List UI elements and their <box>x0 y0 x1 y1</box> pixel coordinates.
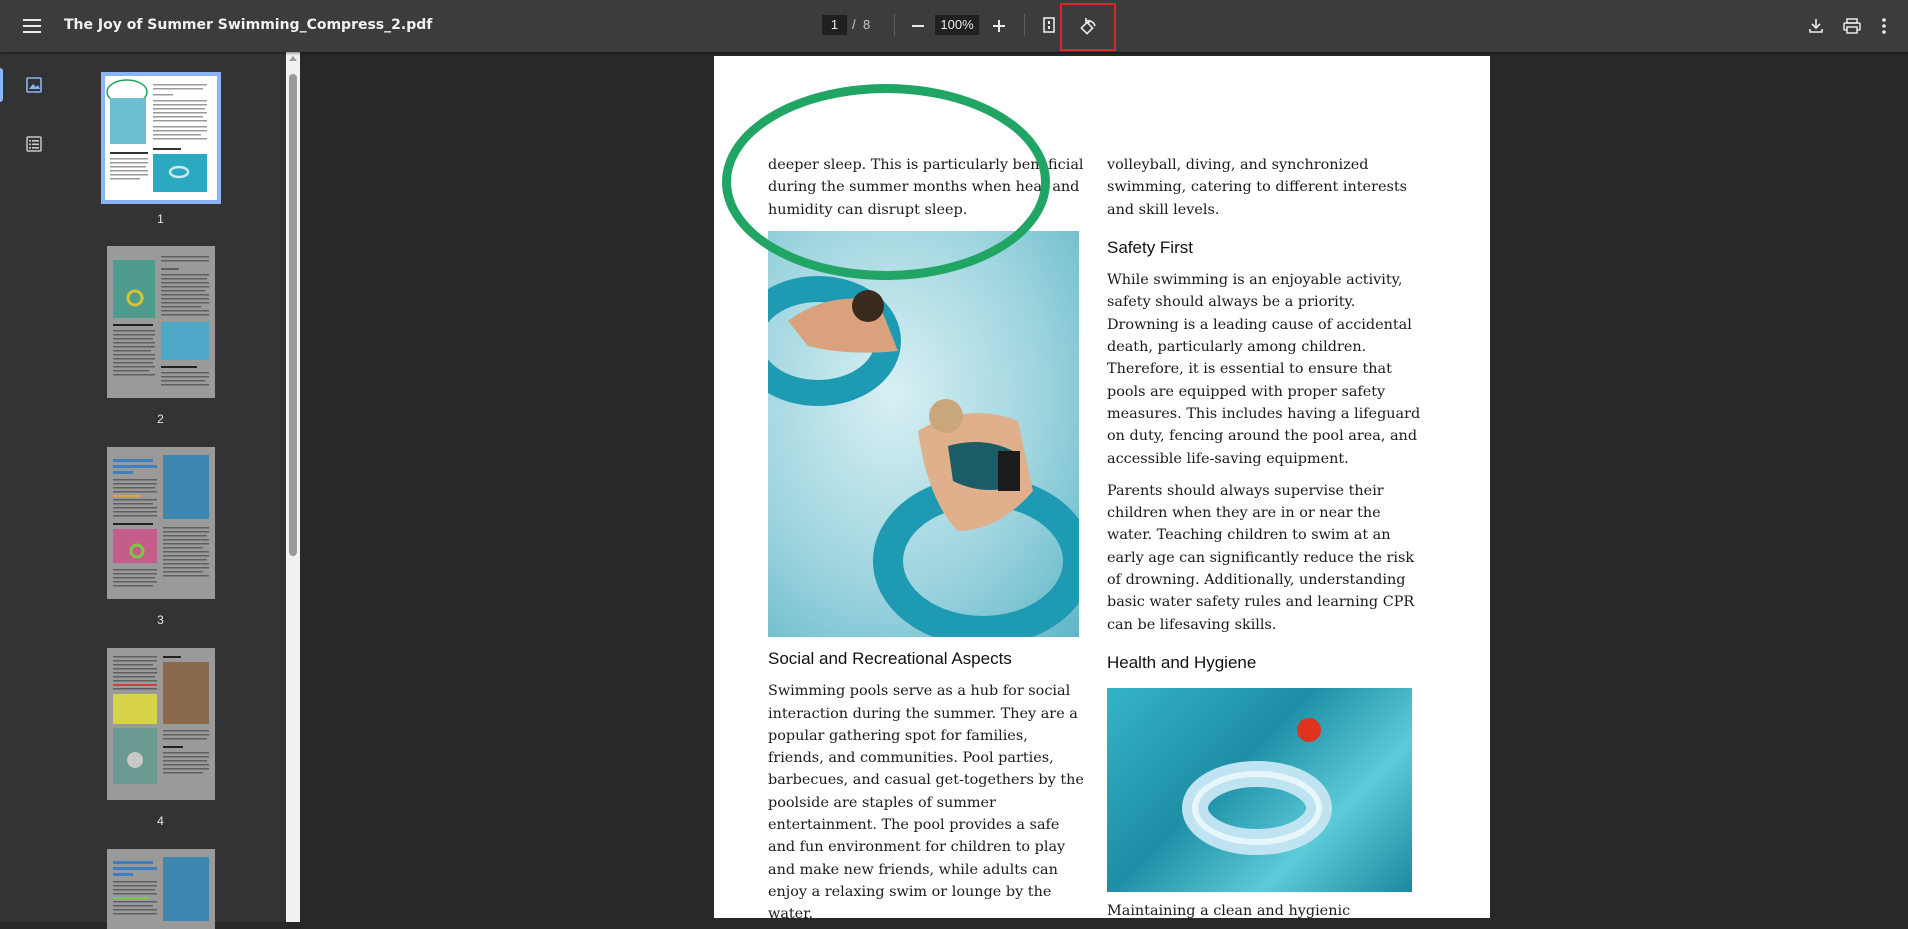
rotate-icon <box>1080 18 1096 35</box>
rail-active-indicator <box>0 68 3 102</box>
fit-to-page-button[interactable] <box>1036 12 1062 38</box>
right-column: volleyball, diving, and synchronized swi… <box>1107 154 1429 684</box>
health-paragraph: Maintaining a clean and hygienic swimmin… <box>1107 903 1351 918</box>
zoom-level-input[interactable]: 100% <box>935 15 979 35</box>
document-title: The Joy of Summer Swimming_Compress_2.pd… <box>64 17 433 33</box>
thumbnail-image <box>107 849 215 929</box>
pdf-toolbar: The Joy of Summer Swimming_Compress_2.pd… <box>0 0 1908 52</box>
left-section: Social and Recreational Aspects Swimming… <box>768 648 1084 918</box>
thumbnail-image <box>107 447 215 599</box>
safety-paragraph-2: Parents should always supervise their ch… <box>1107 482 1415 633</box>
safety-paragraph-1: While swimming is an enjoyable activity,… <box>1107 272 1421 467</box>
total-pages: 8 <box>863 17 871 32</box>
thumbnails-view-icon[interactable] <box>22 73 46 97</box>
menu-icon[interactable] <box>18 12 46 40</box>
thumbnail-image <box>107 648 215 800</box>
page-separator: / <box>852 17 856 32</box>
pdf-page: deeper sleep. This is particularly benef… <box>714 56 1490 918</box>
download-button[interactable] <box>1802 12 1830 40</box>
zoom-out-button[interactable] <box>905 13 931 39</box>
section-heading-health: Health and Hygiene <box>1107 652 1257 672</box>
annotation-circle <box>722 84 1050 280</box>
scroll-up-arrow-icon[interactable] <box>289 56 297 61</box>
sidebar-rail <box>0 52 68 922</box>
swimmers-photo <box>768 231 1079 637</box>
section-heading-social: Social and Recreational Aspects <box>768 649 1012 668</box>
section-heading-safety: Safety First <box>1107 237 1193 257</box>
pool-float-photo <box>1107 688 1412 892</box>
right-intro-text: volleyball, diving, and synchronized swi… <box>1107 157 1408 218</box>
toolbar-divider <box>1024 14 1025 36</box>
thumbnail-image <box>107 246 215 398</box>
thumbnail-sidebar: 1 2 3 4 <box>0 52 286 929</box>
social-paragraph: Swimming pools serve as a hub for social… <box>768 683 1084 918</box>
document-viewer[interactable]: deeper sleep. This is particularly benef… <box>300 52 1908 922</box>
thumbnail-page-number: 2 <box>157 412 164 426</box>
sidebar-scrollbar-thumb[interactable] <box>289 74 297 556</box>
print-button[interactable] <box>1838 12 1866 40</box>
thumbnail-page-number: 4 <box>157 814 164 828</box>
zoom-in-button[interactable] <box>986 13 1012 39</box>
rotate-button[interactable] <box>1060 3 1116 51</box>
more-options-button[interactable] <box>1872 12 1896 40</box>
download-icon <box>1809 19 1823 33</box>
thumbnail-page-number: 3 <box>157 613 164 627</box>
print-icon <box>1843 18 1861 34</box>
thumbnail-image <box>101 72 221 204</box>
toolbar-divider <box>894 14 895 36</box>
outline-view-icon[interactable] <box>22 132 46 156</box>
thumbnail-page-number: 1 <box>157 212 164 226</box>
page-number-input[interactable]: 1 <box>822 15 847 35</box>
